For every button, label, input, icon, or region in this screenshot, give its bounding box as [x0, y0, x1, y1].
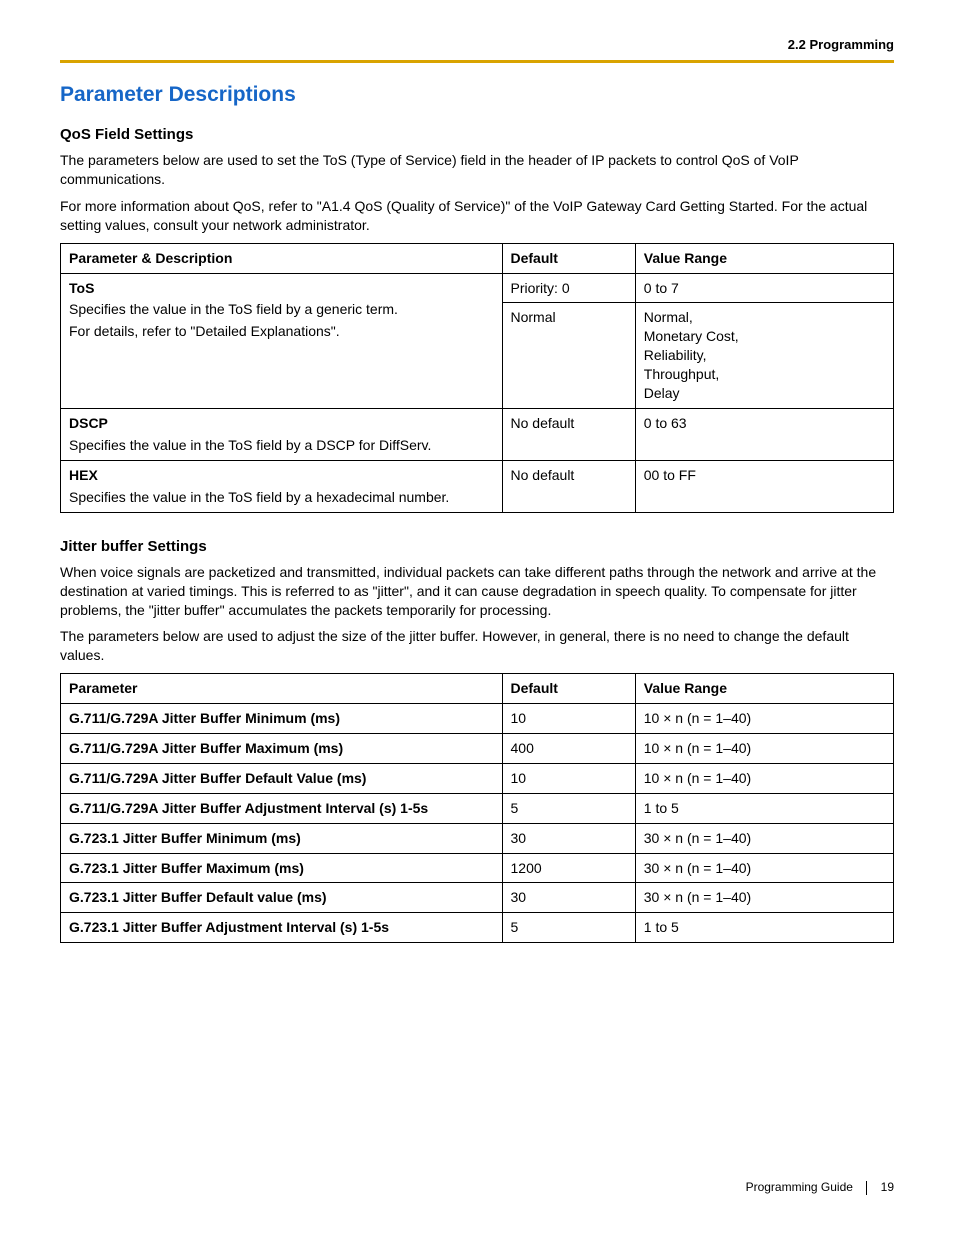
col-param: Parameter & Description — [61, 243, 503, 273]
param-name: G.711/G.729A Jitter Buffer Adjustment In… — [61, 793, 503, 823]
table-row: HEX Specifies the value in the ToS field… — [61, 460, 894, 512]
footer-doc-title: Programming Guide — [746, 1180, 853, 1194]
table-row: G.723.1 Jitter Buffer Maximum (ms)120030… — [61, 853, 894, 883]
running-header: 2.2 Programming — [60, 36, 894, 54]
param-name: G.723.1 Jitter Buffer Default value (ms) — [61, 883, 503, 913]
col-default: Default — [502, 243, 635, 273]
table-row: G.711/G.729A Jitter Buffer Minimum (ms)1… — [61, 704, 894, 734]
jitter-para-1: When voice signals are packetized and tr… — [60, 563, 894, 620]
table-row: G.723.1 Jitter Buffer Minimum (ms)3030 ×… — [61, 823, 894, 853]
page-footer: Programming Guide 19 — [746, 1179, 894, 1195]
value-range: 00 to FF — [635, 460, 893, 512]
param-name: ToS — [69, 279, 494, 298]
default-value: No default — [502, 408, 635, 460]
param-desc: Specifies the value in the ToS field by … — [69, 300, 494, 319]
value-range: 10 × n (n = 1–40) — [635, 763, 893, 793]
col-range: Value Range — [635, 674, 893, 704]
default-value: 1200 — [502, 853, 635, 883]
header-rule — [60, 60, 894, 63]
default-value: 30 — [502, 883, 635, 913]
value-range: Normal, Monetary Cost, Reliability, Thro… — [635, 303, 893, 408]
table-row: G.711/G.729A Jitter Buffer Adjustment In… — [61, 793, 894, 823]
qos-para-1: The parameters below are used to set the… — [60, 151, 894, 189]
footer-separator — [866, 1181, 867, 1195]
jitter-heading: Jitter buffer Settings — [60, 537, 894, 557]
param-name: G.711/G.729A Jitter Buffer Minimum (ms) — [61, 704, 503, 734]
default-value: Normal — [502, 303, 635, 408]
param-desc: For details, refer to "Detailed Explanat… — [69, 322, 494, 341]
table-row: G.711/G.729A Jitter Buffer Maximum (ms)4… — [61, 733, 894, 763]
default-value: No default — [502, 460, 635, 512]
value-range: 1 to 5 — [635, 913, 893, 943]
default-value: 10 — [502, 704, 635, 734]
param-name: HEX — [69, 466, 494, 485]
table-row: ToS Specifies the value in the ToS field… — [61, 273, 894, 303]
table-header-row: Parameter Default Value Range — [61, 674, 894, 704]
param-name: DSCP — [69, 414, 494, 433]
col-default: Default — [502, 674, 635, 704]
param-name: G.711/G.729A Jitter Buffer Default Value… — [61, 763, 503, 793]
value-range: 30 × n (n = 1–40) — [635, 823, 893, 853]
col-param: Parameter — [61, 674, 503, 704]
table-row: G.723.1 Jitter Buffer Adjustment Interva… — [61, 913, 894, 943]
value-range: 0 to 7 — [635, 273, 893, 303]
default-value: 10 — [502, 763, 635, 793]
table-row: G.711/G.729A Jitter Buffer Default Value… — [61, 763, 894, 793]
qos-para-2: For more information about QoS, refer to… — [60, 197, 894, 235]
jitter-table: Parameter Default Value Range G.711/G.72… — [60, 673, 894, 943]
param-name: G.723.1 Jitter Buffer Adjustment Interva… — [61, 913, 503, 943]
page: 2.2 Programming Parameter Descriptions Q… — [0, 0, 954, 1235]
value-range: 30 × n (n = 1–40) — [635, 853, 893, 883]
col-range: Value Range — [635, 243, 893, 273]
default-value: 5 — [502, 913, 635, 943]
default-value: 30 — [502, 823, 635, 853]
default-value: 5 — [502, 793, 635, 823]
table-row: G.723.1 Jitter Buffer Default value (ms)… — [61, 883, 894, 913]
param-desc: Specifies the value in the ToS field by … — [69, 436, 494, 455]
param-name: G.711/G.729A Jitter Buffer Maximum (ms) — [61, 733, 503, 763]
footer-page-number: 19 — [881, 1180, 894, 1194]
value-range: 1 to 5 — [635, 793, 893, 823]
default-value: 400 — [502, 733, 635, 763]
value-range: 0 to 63 — [635, 408, 893, 460]
value-range: 10 × n (n = 1–40) — [635, 733, 893, 763]
value-range: 30 × n (n = 1–40) — [635, 883, 893, 913]
value-range: 10 × n (n = 1–40) — [635, 704, 893, 734]
table-row: DSCP Specifies the value in the ToS fiel… — [61, 408, 894, 460]
qos-table: Parameter & Description Default Value Ra… — [60, 243, 894, 513]
param-name: G.723.1 Jitter Buffer Minimum (ms) — [61, 823, 503, 853]
qos-heading: QoS Field Settings — [60, 125, 894, 145]
param-name: G.723.1 Jitter Buffer Maximum (ms) — [61, 853, 503, 883]
default-value: Priority: 0 — [502, 273, 635, 303]
table-header-row: Parameter & Description Default Value Ra… — [61, 243, 894, 273]
section-title: Parameter Descriptions — [60, 81, 894, 109]
jitter-para-2: The parameters below are used to adjust … — [60, 627, 894, 665]
param-desc: Specifies the value in the ToS field by … — [69, 488, 494, 507]
